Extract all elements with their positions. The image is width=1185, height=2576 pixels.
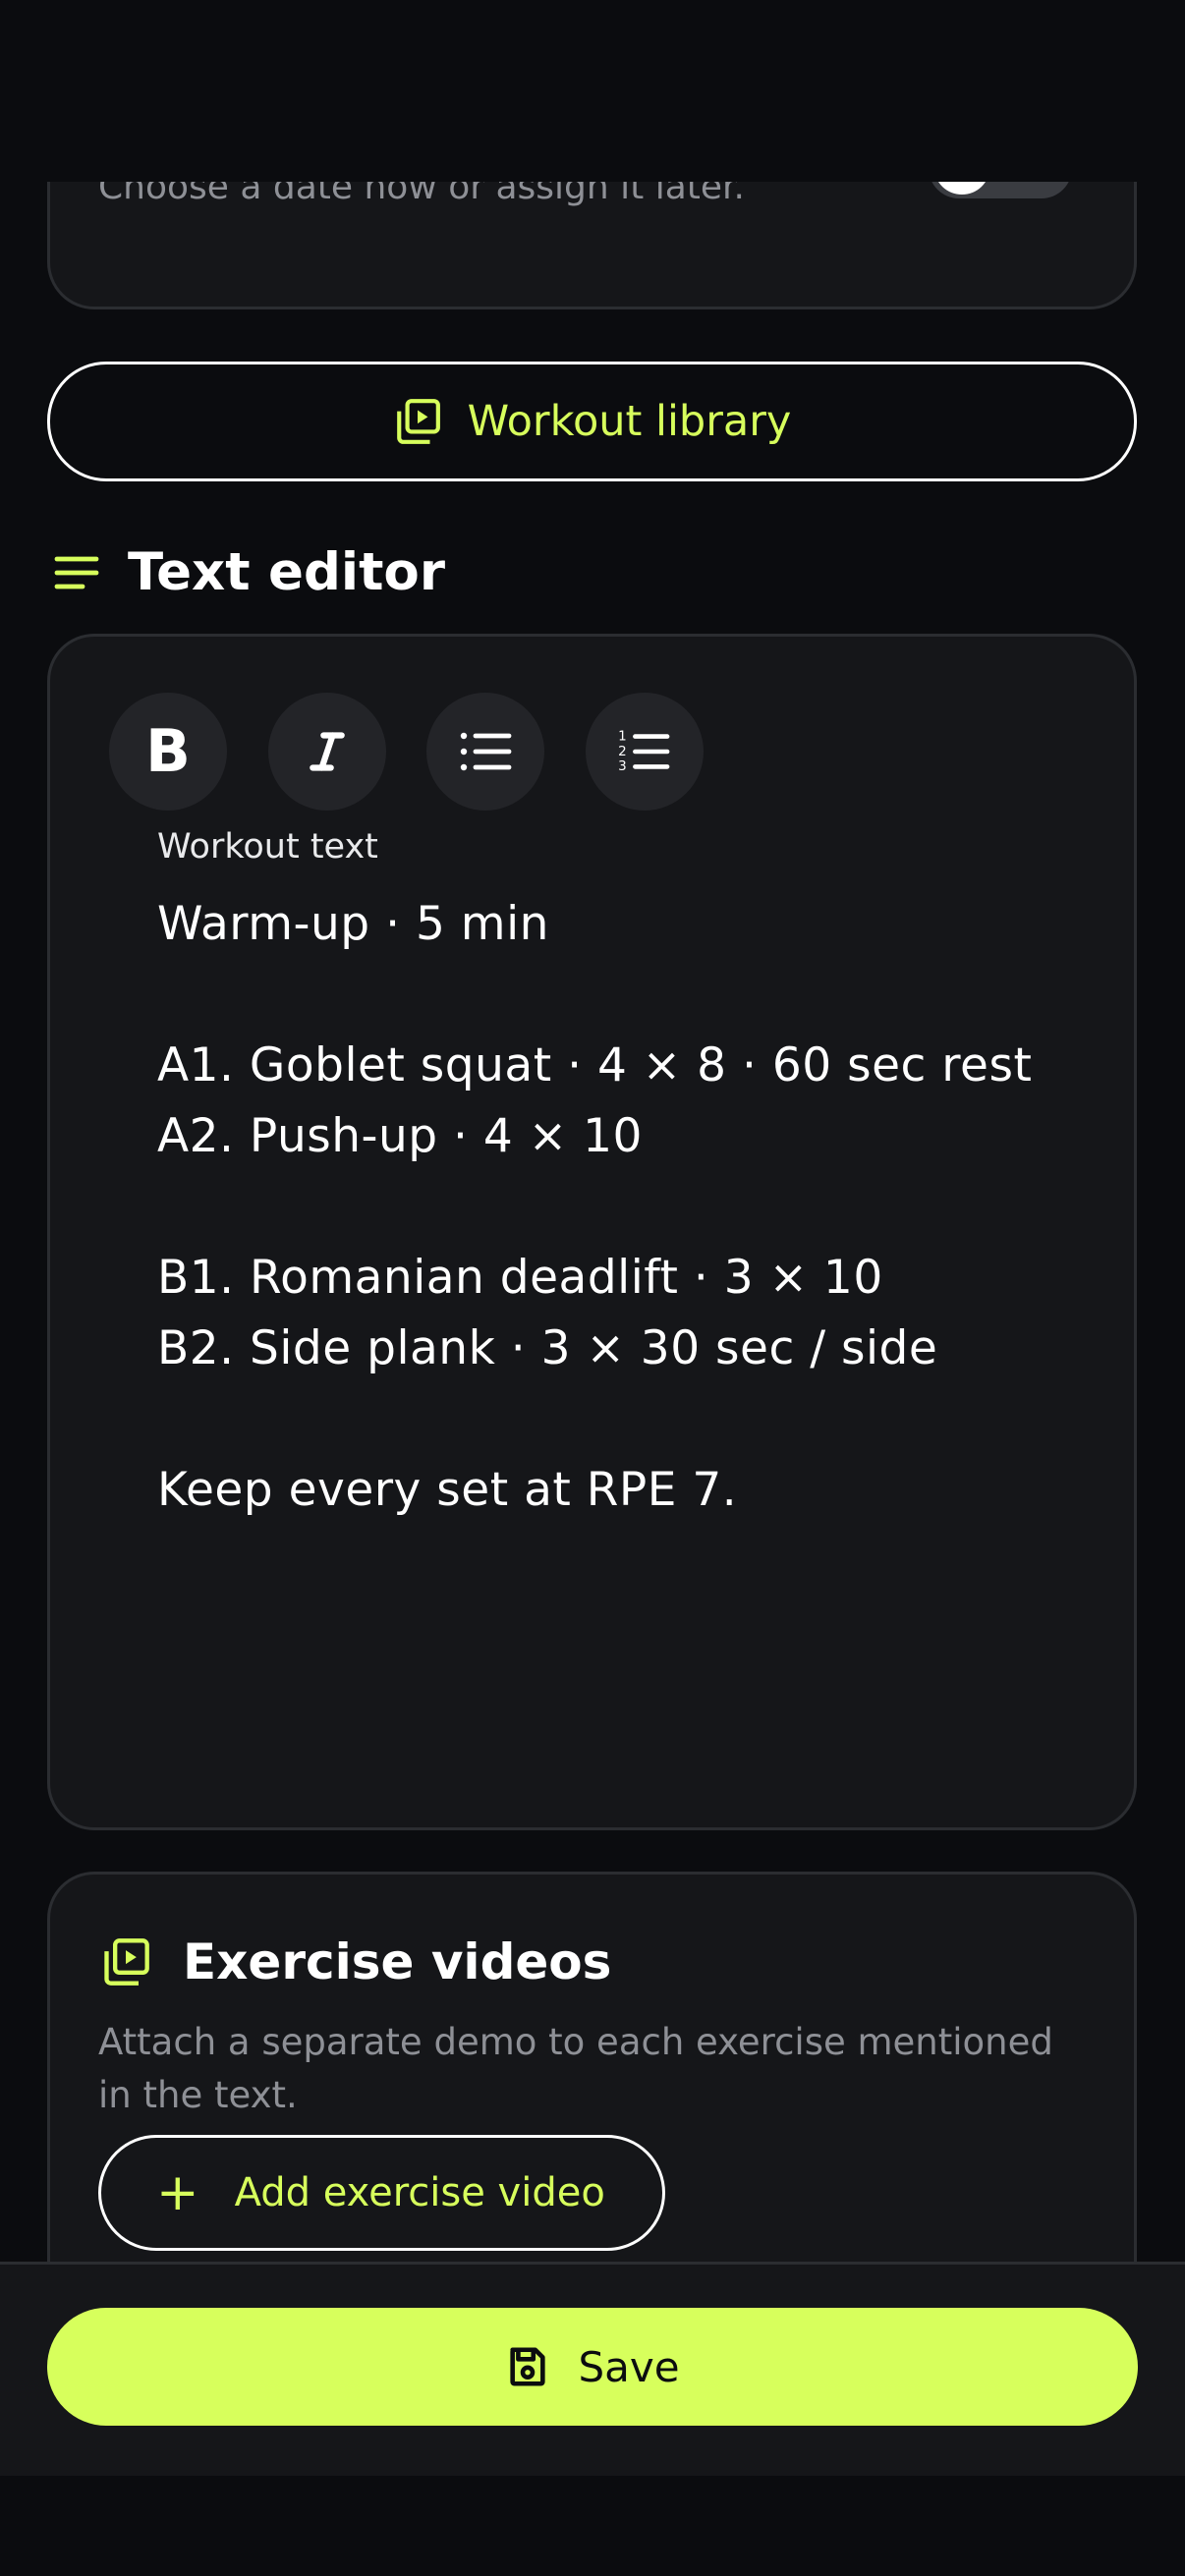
italic-button[interactable] <box>268 693 386 811</box>
text-line: Warm-up · 5 min <box>157 897 549 951</box>
add-exercise-video-label: Add exercise video <box>234 2170 605 2215</box>
svg-text:1: 1 <box>618 729 627 744</box>
bulleted-list-icon <box>460 732 512 771</box>
exercise-videos-header: Exercise videos <box>100 1933 611 1990</box>
save-button[interactable]: Save <box>47 2308 1138 2426</box>
numbered-list-icon: 1 2 3 <box>618 729 670 774</box>
bold-icon: B <box>145 717 191 786</box>
italic-icon <box>310 732 345 771</box>
exercise-videos-title: Exercise videos <box>183 1933 612 1990</box>
video-library-icon <box>104 1938 149 1986</box>
workout-text-area[interactable]: Warm-up · 5 min A1. Goblet squat · 4 × 8… <box>157 889 1100 1526</box>
bottom-action-bar: Save <box>0 2262 1185 2476</box>
text-line: B1. Romanian deadlift · 3 × 10 <box>157 1251 883 1305</box>
workout-library-button[interactable]: Workout library <box>47 362 1137 481</box>
top-bar <box>0 0 1185 182</box>
text-line: B2. Side plank · 3 × 30 sec / side <box>157 1321 938 1375</box>
menu-lines-icon <box>54 556 99 588</box>
text-line: A1. Goblet squat · 4 × 8 · 60 sec rest <box>157 1038 1033 1092</box>
workout-library-label: Workout library <box>467 397 792 446</box>
svg-text:3: 3 <box>618 759 627 774</box>
add-exercise-video-button[interactable]: + Add exercise video <box>98 2135 665 2251</box>
save-label: Save <box>578 2342 680 2391</box>
text-line <box>157 1172 1100 1243</box>
text-line <box>157 960 1100 1031</box>
text-editor-header: Text editor <box>53 542 445 602</box>
numbered-list-button[interactable]: 1 2 3 <box>586 693 704 811</box>
screen: Choose a date now or assign it later. Wo… <box>0 0 1185 2576</box>
bulleted-list-button[interactable] <box>426 693 544 811</box>
video-library-icon <box>396 399 440 444</box>
text-line <box>157 1384 1100 1455</box>
text-editor-title: Text editor <box>128 542 445 602</box>
text-line: Keep every set at RPE 7. <box>157 1463 738 1517</box>
bold-button[interactable]: B <box>109 693 227 811</box>
exercise-videos-description: Attach a separate demo to each exercise … <box>98 2021 1053 2116</box>
plus-icon: + <box>156 2163 199 2222</box>
text-line: A2. Push-up · 4 × 10 <box>157 1109 643 1163</box>
svg-text:2: 2 <box>618 745 627 759</box>
save-icon <box>510 2347 546 2386</box>
workout-text-label: Workout text <box>157 827 378 867</box>
